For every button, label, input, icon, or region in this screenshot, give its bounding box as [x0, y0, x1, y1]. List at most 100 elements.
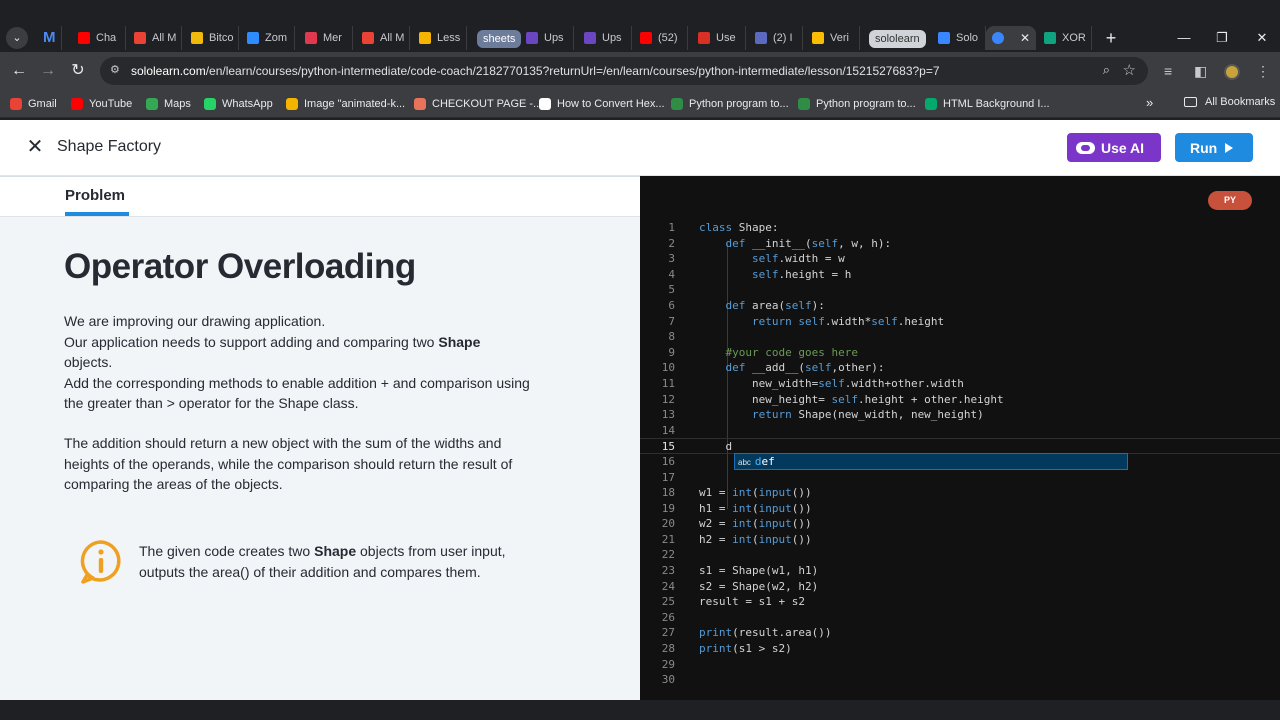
code-line[interactable]: 28 print(s1 > s2)	[640, 641, 1280, 657]
browser-tab[interactable]: Cha	[72, 26, 126, 50]
code-text[interactable]: new_height= self.height + other.height	[699, 392, 1004, 408]
code-line[interactable]: 17	[640, 470, 1280, 486]
code-text[interactable]: def area(self):	[699, 298, 825, 314]
browser-tab[interactable]: Mer	[299, 26, 353, 50]
url-text[interactable]: sololearn.com/en/learn/courses/python-in…	[131, 64, 940, 78]
code-text[interactable]: h1 = int(input())	[699, 501, 812, 517]
media-controls-icon[interactable]: ≡	[1164, 63, 1172, 79]
bookmark-item[interactable]: Gmail	[10, 96, 57, 112]
browser-tab[interactable]: All M	[356, 26, 410, 50]
back-icon[interactable]: ←	[8, 60, 30, 82]
code-line[interactable]: 10 def __add__(self,other):	[640, 360, 1280, 376]
bookmark-item[interactable]: Python program to...	[798, 96, 916, 112]
bookmark-item[interactable]: HTML Background I...	[925, 96, 1050, 112]
code-line[interactable]: 20 w2 = int(input())	[640, 516, 1280, 532]
bookmark-item[interactable]: Python program to...	[671, 96, 789, 112]
code-text[interactable]: w2 = int(input())	[699, 516, 812, 532]
code-line[interactable]: 4 self.height = h	[640, 267, 1280, 283]
code-line[interactable]: 24 s2 = Shape(w2, h2)	[640, 579, 1280, 595]
minimize-button[interactable]: —	[1164, 24, 1204, 52]
bookmark-star-icon[interactable]: ☆	[1123, 61, 1136, 79]
bookmark-item[interactable]: How to Convert Hex...	[539, 96, 665, 112]
language-badge[interactable]: PY	[1208, 191, 1252, 210]
code-line[interactable]: 12 new_height= self.height + other.heigh…	[640, 392, 1280, 408]
code-text[interactable]: print(s1 > s2)	[699, 641, 792, 657]
code-text[interactable]: def __add__(self,other):	[699, 360, 885, 376]
code-line[interactable]: 8	[640, 329, 1280, 345]
code-editor[interactable]: PY 1 class Shape: 2 def __init__(self, w, …	[640, 176, 1280, 700]
code-line[interactable]: 27 print(result.area())	[640, 625, 1280, 641]
code-line[interactable]: 25 result = s1 + s2	[640, 594, 1280, 610]
code-line[interactable]: 21 h2 = int(input())	[640, 532, 1280, 548]
code-line[interactable]: 15 d	[640, 438, 1280, 454]
menu-icon[interactable]: ⋮	[1256, 63, 1270, 80]
side-panel-icon[interactable]: ◧	[1194, 63, 1207, 80]
code-line[interactable]: 3 self.width = w	[640, 251, 1280, 267]
code-text[interactable]: d	[699, 439, 732, 455]
close-tab-icon[interactable]: ✕	[1020, 31, 1030, 45]
code-text[interactable]: class Shape:	[699, 220, 778, 236]
browser-tab[interactable]: Less	[413, 26, 467, 50]
new-tab-button[interactable]: +	[1100, 27, 1122, 49]
code-line[interactable]: 23 s1 = Shape(w1, h1)	[640, 563, 1280, 579]
code-text[interactable]: self.height = h	[699, 267, 851, 283]
site-info-icon[interactable]: ⚙	[110, 63, 124, 79]
code-line[interactable]: 7 return self.width*self.height	[640, 314, 1280, 330]
browser-tab[interactable]: Ups	[578, 26, 632, 50]
code-text[interactable]: result = s1 + s2	[699, 594, 805, 610]
browser-tab[interactable]: Solo	[932, 26, 986, 50]
code-line[interactable]: 14	[640, 423, 1280, 439]
code-line[interactable]: 9 #your code goes here	[640, 345, 1280, 361]
code-line[interactable]: 2 def __init__(self, w, h):	[640, 236, 1280, 252]
bookmark-item[interactable]: Image "animated-k...	[286, 96, 405, 112]
zoom-icon[interactable]: ⌕	[1103, 62, 1110, 78]
restore-button[interactable]: ❐	[1202, 24, 1242, 52]
browser-tab[interactable]: XOR	[1038, 26, 1092, 50]
code-text[interactable]: s2 = Shape(w2, h2)	[699, 579, 818, 595]
bookmark-item[interactable]: YouTube	[71, 96, 132, 112]
code-text[interactable]: print(result.area())	[699, 625, 831, 641]
code-line[interactable]: 18 w1 = int(input())	[640, 485, 1280, 501]
all-bookmarks-button[interactable]: All Bookmarks	[1184, 96, 1275, 108]
reload-icon[interactable]: ↻	[67, 60, 89, 82]
browser-tab[interactable]: Bitco	[185, 26, 239, 50]
bookmarks-overflow-icon[interactable]: »	[1146, 95, 1153, 110]
browser-tab[interactable]: Use	[692, 26, 746, 50]
code-line[interactable]: 30	[640, 672, 1280, 688]
code-line[interactable]: 5	[640, 282, 1280, 298]
bookmark-item[interactable]: Maps	[146, 96, 191, 112]
code-line[interactable]: 22	[640, 547, 1280, 563]
browser-tab[interactable]: (2) I	[749, 26, 803, 50]
code-text[interactable]: return Shape(new_width, new_height)	[699, 407, 984, 423]
tab-search-button[interactable]: ⌄	[6, 27, 28, 49]
browser-tab[interactable]: All M	[128, 26, 182, 50]
code-text[interactable]: s1 = Shape(w1, h1)	[699, 563, 818, 579]
autocomplete-suggestion[interactable]: abc def	[734, 453, 1128, 470]
code-line[interactable]: 11 new_width=self.width+other.width	[640, 376, 1280, 392]
code-line[interactable]: 6 def area(self):	[640, 298, 1280, 314]
code-line[interactable]: 26	[640, 610, 1280, 626]
close-icon[interactable]: ✕	[25, 136, 45, 158]
tab-pinned-m[interactable]: M	[38, 26, 62, 50]
browser-tab[interactable]: Ups	[520, 26, 574, 50]
code-line[interactable]: 1 class Shape:	[640, 220, 1280, 236]
address-bar[interactable]: ⚙ sololearn.com/en/learn/courses/python-…	[100, 57, 1148, 85]
run-button[interactable]: Run	[1175, 133, 1253, 162]
browser-tab[interactable]: (52)	[634, 26, 688, 50]
tab-group-sheets[interactable]: sheets	[477, 30, 522, 48]
code-text[interactable]: self.width = w	[699, 251, 845, 267]
code-text[interactable]: #your code goes here	[699, 345, 857, 361]
code-line[interactable]: 19 h1 = int(input())	[640, 501, 1280, 517]
bookmark-item[interactable]: WhatsApp	[204, 96, 273, 112]
code-text[interactable]: w1 = int(input())	[699, 485, 812, 501]
active-tab[interactable]: ✕	[986, 26, 1036, 50]
profile-avatar[interactable]	[1224, 64, 1240, 80]
forward-icon[interactable]: →	[37, 60, 59, 82]
tab-problem[interactable]: Problem	[65, 187, 125, 204]
code-line[interactable]: 13 return Shape(new_width, new_height)	[640, 407, 1280, 423]
browser-tab[interactable]: Zom	[241, 26, 295, 50]
use-ai-button[interactable]: Use AI	[1067, 133, 1161, 162]
code-text[interactable]: return self.width*self.height	[699, 314, 944, 330]
bookmark-item[interactable]: CHECKOUT PAGE -...	[414, 96, 542, 112]
code-text[interactable]: h2 = int(input())	[699, 532, 812, 548]
